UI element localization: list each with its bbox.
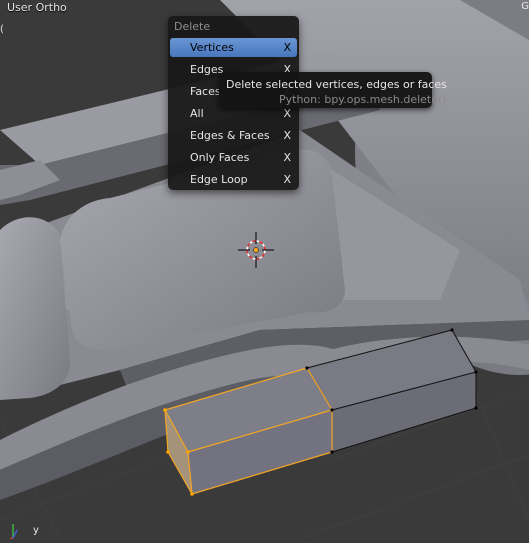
menu-item-only-faces[interactable]: Only Faces X [170,148,297,167]
menu-item-label: All [190,107,204,120]
menu-item-label: Only Faces [190,151,250,164]
3d-cursor-icon[interactable] [236,230,276,270]
tooltip: Delete selected vertices, edges or faces… [219,72,447,108]
menu-item-edges-and-faces[interactable]: Edges & Faces X [170,126,297,145]
menu-item-vertices[interactable]: Vertices X [170,38,297,57]
menu-item-shortcut: X [283,151,291,164]
tooltip-description: Delete selected vertices, edges or faces [226,78,447,91]
view-label: User Ortho [7,1,67,14]
menu-item-shortcut: X [283,173,291,186]
menu-item-shortcut: X [283,129,291,142]
right-edge-text: G [521,1,529,12]
left-pad [0,217,71,400]
menu-item-edge-loop[interactable]: Edge Loop X [170,170,297,189]
menu-item-label: Faces [190,85,221,98]
menu-item-label: Edges & Faces [190,129,270,142]
menu-title: Delete [174,20,211,33]
left-edge-text: ( [0,24,4,35]
menu-item-label: Vertices [190,41,234,54]
axis-y-label: y [33,525,39,536]
menu-item-label: Edge Loop [190,173,248,186]
axis-gizmo-icon: y [9,524,39,539]
tooltip-python: Python: bpy.ops.mesh.delete() [279,93,447,106]
menu-item-shortcut: X [283,107,291,120]
menu-item-shortcut: X [283,41,291,54]
